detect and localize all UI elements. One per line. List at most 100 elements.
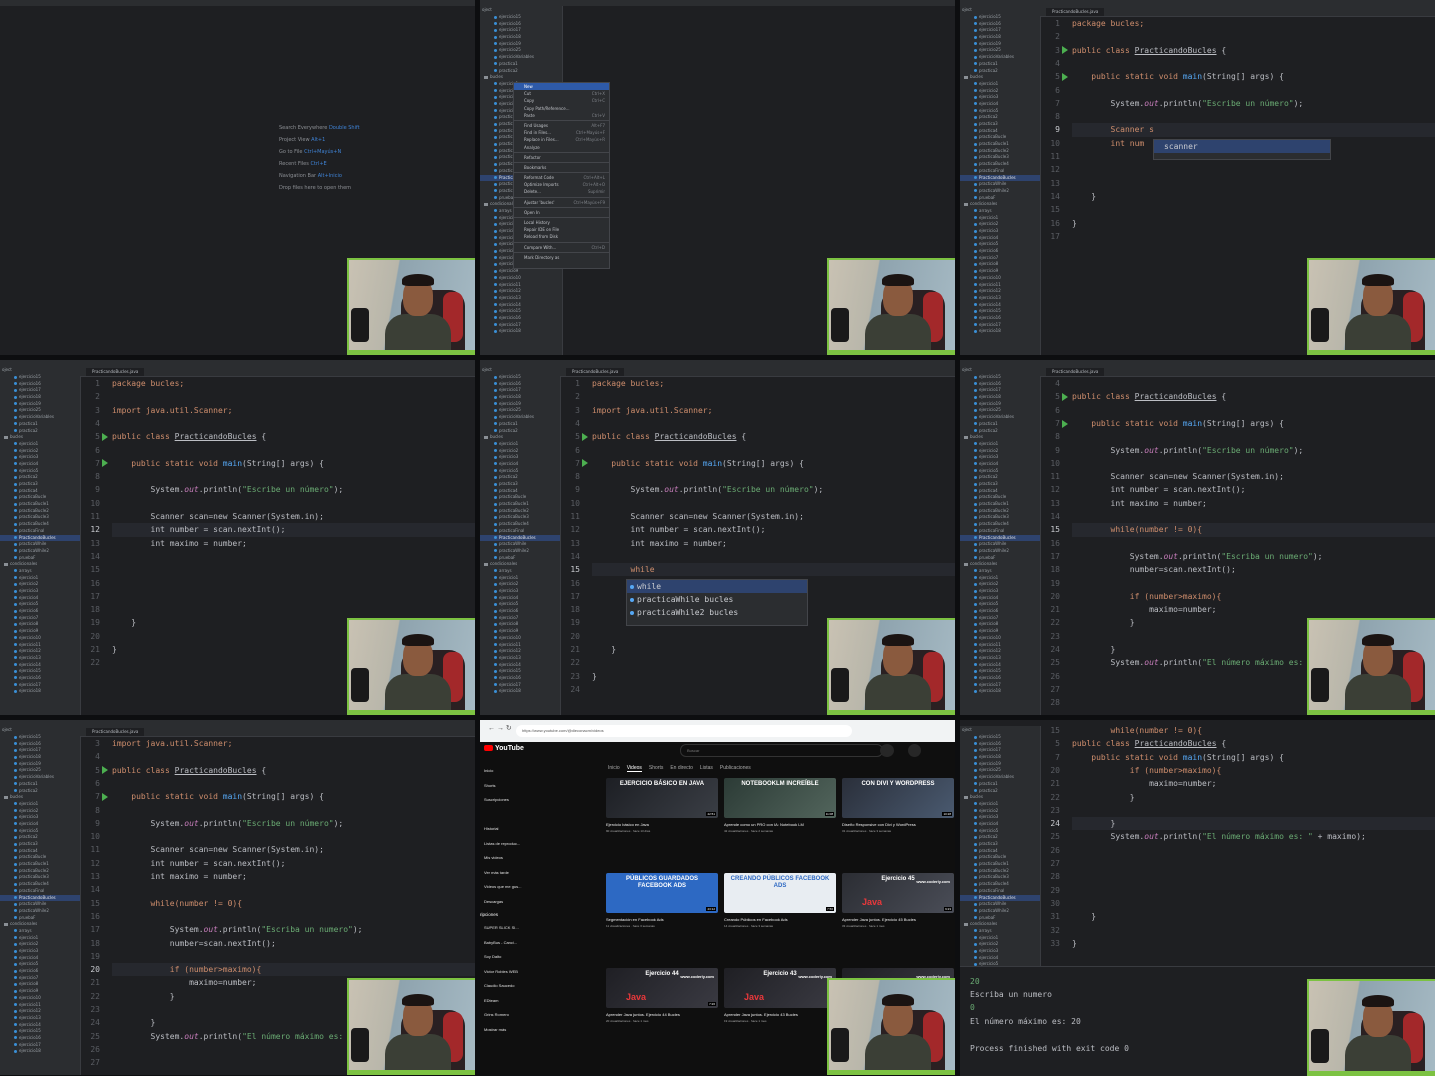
sidebar-item[interactable]: Historial	[480, 822, 542, 837]
tree-item[interactable]: ejercicio14	[0, 1022, 80, 1029]
channel-tab[interactable]: En directo	[670, 765, 693, 771]
tree-item[interactable]: practica4	[0, 488, 80, 495]
tree-item[interactable]: ejercicio18	[480, 688, 560, 695]
tree-item[interactable]: ejercicio13	[960, 295, 1040, 302]
context-menu-item[interactable]: Bookmarks	[514, 164, 609, 171]
tree-item[interactable]: ejercicio3	[960, 228, 1040, 235]
tree-item[interactable]: ejercicio5	[960, 468, 1040, 475]
video-title[interactable]: Ejercicio básico en Java	[606, 822, 718, 827]
tree-item[interactable]: practica2	[0, 788, 80, 795]
tree-item[interactable]: ejercicio4	[480, 461, 560, 468]
subscription-item[interactable]: Mostrar más	[480, 1023, 542, 1038]
tree-item[interactable]: practicaBucle	[960, 134, 1040, 141]
sidebar-item[interactable]: Suscripciones	[480, 793, 542, 808]
autocomplete-popup[interactable]: scanner	[1153, 139, 1331, 160]
tree-item[interactable]: ejercicio17	[0, 1042, 80, 1049]
context-menu-item[interactable]: Find Usages Alt+F7	[514, 122, 609, 129]
editor-tab[interactable]: PracticandoBucles.java	[566, 368, 625, 376]
run-gutter-icon[interactable]	[102, 459, 108, 468]
tree-item[interactable]: ejercicio3	[480, 588, 560, 595]
tree-item[interactable]: ejercicio25	[0, 767, 80, 774]
tree-item[interactable]: practicaFinal	[960, 888, 1040, 895]
tree-folder[interactable]: bucles	[480, 434, 560, 441]
tree-folder[interactable]: bucles	[480, 74, 562, 81]
tree-item[interactable]: ejercicio4	[0, 955, 80, 962]
video-title[interactable]: Aprender Java juntos. Ejercicio 45 Bucle…	[842, 917, 954, 922]
video-card[interactable]: EJERCICIO BÁSICO EN JAVA 22:51 Ejercicio b…	[606, 778, 718, 833]
tree-item[interactable]: ejercicio6	[0, 968, 80, 975]
tree-item[interactable]: practica3	[480, 481, 560, 488]
video-thumbnail[interactable]: CON DIVI Y WORDPRESS 10:28	[842, 778, 954, 818]
tree-item[interactable]: arrays	[960, 928, 1040, 935]
tree-item[interactable]: ejercicio5	[0, 961, 80, 968]
tree-item[interactable]: ejercicio7	[0, 615, 80, 622]
channel-tab[interactable]: Shorts	[649, 765, 663, 771]
tree-folder[interactable]: bucles	[0, 434, 80, 441]
project-panel[interactable]: oject ejercicio15 ejercicio16 ejercicio17 e…	[960, 6, 1041, 355]
tree-folder[interactable]: bucles	[960, 74, 1040, 81]
browser-nav-icons[interactable]: ← → ↻	[488, 724, 512, 732]
tree-item[interactable]: practicaBucle4	[480, 521, 560, 528]
tree-folder[interactable]: condicionales	[960, 561, 1040, 568]
tree-item[interactable]: practicaBucle1	[960, 861, 1040, 868]
tree-item[interactable]: ejercicio3	[960, 948, 1040, 955]
tree-item[interactable]: ejercicio10	[0, 635, 80, 642]
video-card[interactable]: CON DIVI Y WORDPRESS 10:28 Diseño Responsi…	[842, 778, 954, 833]
video-card[interactable]: NOTEBOOKLM INCREÍBLE 11:08 Aprende como un…	[724, 778, 836, 833]
tree-item[interactable]: practica4	[0, 848, 80, 855]
tree-item[interactable]: ejercicio9	[0, 988, 80, 995]
tree-item[interactable]: ejercicio17	[960, 747, 1040, 754]
video-thumbnail[interactable]: Ejercicio 44 www.coderly.com Java 7:26	[606, 968, 718, 1008]
video-title[interactable]: Aprender Java juntos. Ejercicio 43 Bucle…	[724, 1012, 836, 1017]
sidebar-item[interactable]: Descargas	[480, 895, 542, 910]
tree-item[interactable]: ejercicio25	[0, 407, 80, 414]
tree-item[interactable]: practica4	[960, 848, 1040, 855]
tree-item[interactable]: ejercicio9	[0, 628, 80, 635]
tree-item[interactable]: ejercicio5	[960, 241, 1040, 248]
tree-item[interactable]: ejercicio18	[0, 1048, 80, 1055]
tree-item[interactable]: ejercicio4	[960, 101, 1040, 108]
tree-item[interactable]: PracticandoBucles	[0, 894, 80, 902]
video-thumbnail[interactable]: CREANDO PÚBLICOS FACEBOOK ADS 7:56	[724, 873, 836, 913]
tree-item[interactable]: practicaBucle4	[0, 881, 80, 888]
tree-item[interactable]: ejercicio4	[0, 821, 80, 828]
tree-item[interactable]: ejercicio3	[960, 454, 1040, 461]
tree-item[interactable]: PracticandoBucles	[960, 534, 1040, 542]
tree-item[interactable]: ejercicio8	[960, 621, 1040, 628]
tree-item[interactable]: arrays	[480, 568, 560, 575]
tree-item[interactable]: ejercicio17	[960, 322, 1040, 329]
tree-item[interactable]: ejercicio13	[480, 295, 562, 302]
autocomplete-item[interactable]: scanner	[1154, 140, 1330, 153]
tree-item[interactable]: ejercicio3	[960, 814, 1040, 821]
tree-item[interactable]: pruebaF	[960, 915, 1040, 922]
tree-item[interactable]: ejercicio15	[0, 1028, 80, 1035]
video-thumbnail[interactable]: Ejercicio 43 www.coderly.com Java	[724, 968, 836, 1008]
tree-item[interactable]: practica2	[960, 788, 1040, 795]
tree-item[interactable]: ejercicio25	[960, 767, 1040, 774]
project-panel[interactable]: oject ejercicio15 ejercicio16 ejercicio17 e…	[480, 366, 561, 715]
tree-item[interactable]: practicaBucle4	[960, 161, 1040, 168]
tree-item[interactable]: ejercicio18	[480, 34, 562, 41]
tree-item[interactable]: ejercicio2	[480, 448, 560, 455]
editor-tab[interactable]: PracticandoBucles.java	[1046, 8, 1105, 16]
tree-item[interactable]: ejercicio8	[0, 981, 80, 988]
tree-item[interactable]: ejercicio2	[0, 448, 80, 455]
tree-item[interactable]: ejercicio17	[0, 747, 80, 754]
tree-item[interactable]: ejercicio18	[480, 328, 562, 335]
tree-item[interactable]: ejercicio17	[480, 322, 562, 329]
channel-tab[interactable]: Listas	[700, 765, 713, 771]
tree-item[interactable]: ejercicio18	[960, 688, 1040, 695]
tree-item[interactable]: ejercicio12	[960, 288, 1040, 295]
tree-item[interactable]: ejercicio11	[960, 642, 1040, 649]
tree-item[interactable]: practicaWhile	[480, 541, 560, 548]
editor-tab[interactable]: PracticandoBucles.java	[1046, 368, 1105, 376]
video-thumbnail[interactable]: Ejercicio 45 www.coderly.com Java 9:23	[842, 873, 954, 913]
tree-item[interactable]: ejercicioVariables	[480, 414, 560, 421]
tree-item[interactable]: ejercicio2	[960, 448, 1040, 455]
tree-item[interactable]: ejercicio5	[960, 828, 1040, 835]
tree-item[interactable]: practicaBucle1	[0, 501, 80, 508]
run-gutter-icon[interactable]	[102, 792, 108, 801]
autocomplete-item[interactable]: while	[627, 580, 807, 593]
tree-item[interactable]: practicaBucle2	[480, 508, 560, 515]
tree-item[interactable]: ejercicio14	[960, 662, 1040, 669]
